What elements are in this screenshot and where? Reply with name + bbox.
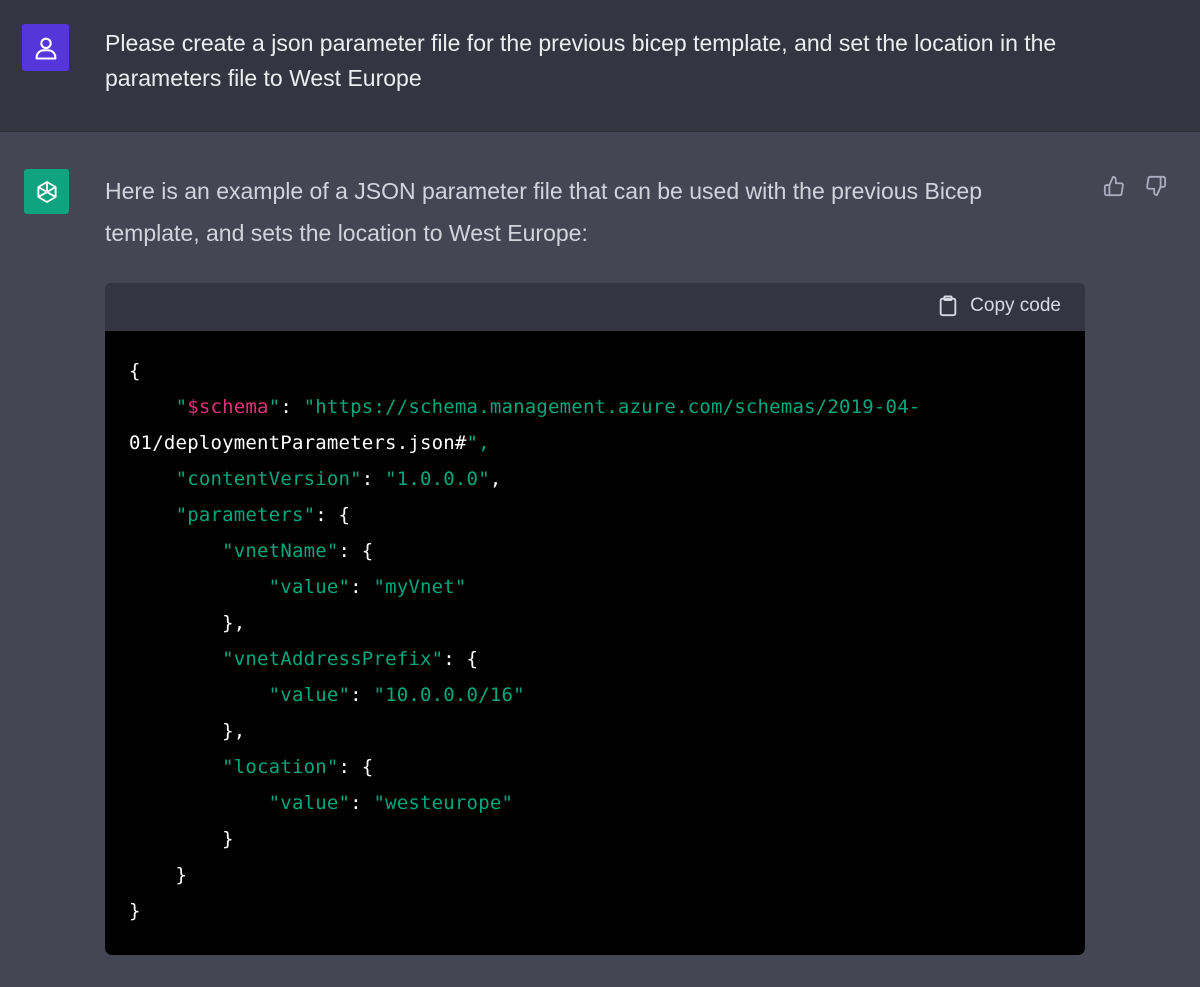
user-message-text: Please create a json parameter file for … — [105, 30, 1057, 91]
thumbs-down-button[interactable] — [1144, 174, 1168, 198]
thumbs-down-icon — [1146, 175, 1167, 197]
code-line: "value": "myVnet" — [268, 576, 467, 598]
assistant-message-text: Here is an example of a JSON parameter f… — [105, 178, 983, 246]
code-content: { "$schema": "https://schema.management.… — [105, 331, 1085, 929]
assistant-message: Here is an example of a JSON parameter f… — [0, 132, 1200, 987]
thumbs-up-icon — [1103, 175, 1124, 197]
code-line: 01/deploymentParameters.json#", — [129, 432, 490, 454]
feedback-buttons — [1102, 174, 1168, 198]
code-line: "value": "10.0.0.0/16" — [268, 684, 525, 706]
code-line: { — [129, 360, 141, 382]
code-line: }, — [129, 720, 246, 742]
openai-logo-icon — [36, 180, 57, 203]
code-line: } — [129, 900, 141, 922]
clipboard-icon — [939, 295, 957, 317]
code-line: "$schema": "https://schema.management.az… — [175, 396, 921, 418]
code-line: "contentVersion": "1.0.0.0", — [175, 468, 502, 490]
code-line: "location": { — [222, 756, 374, 778]
code-block-header: Copy code — [105, 283, 1085, 331]
code-line: } — [129, 828, 234, 850]
assistant-avatar — [24, 169, 69, 214]
code-line: "value": "westeurope" — [268, 792, 514, 814]
user-avatar — [22, 24, 69, 71]
code-line: "vnetName": { — [222, 540, 374, 562]
code-block: Copy code { "$schema": "https://schema.m… — [105, 283, 1085, 955]
copy-code-button[interactable]: Copy code — [938, 295, 1061, 317]
user-icon — [35, 37, 56, 60]
code-line: "vnetAddressPrefix": { — [222, 648, 479, 670]
thumbs-up-button[interactable] — [1102, 174, 1126, 198]
copy-code-label: Copy code — [970, 295, 1061, 316]
user-message: Please create a json parameter file for … — [0, 0, 1200, 132]
code-line: } — [129, 864, 188, 886]
code-line: }, — [129, 612, 246, 634]
code-line: "parameters": { — [175, 504, 351, 526]
